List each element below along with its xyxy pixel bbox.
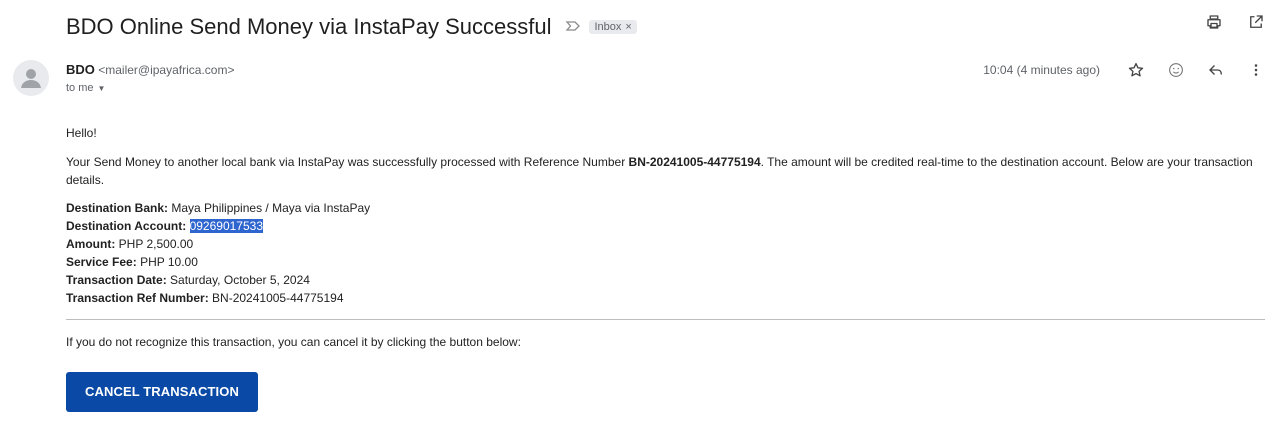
detail-label: Transaction Date:	[66, 273, 167, 287]
recipient-details-toggle[interactable]: to me ▼	[66, 82, 234, 94]
cancel-transaction-button[interactable]: CANCEL TRANSACTION	[66, 372, 258, 412]
email-body: Hello! Your Send Money to another local …	[66, 124, 1266, 412]
chevron-down-icon[interactable]: ▼	[98, 84, 106, 93]
detail-label: Service Fee:	[66, 255, 137, 269]
more-vert-icon[interactable]	[1246, 60, 1266, 80]
email-subject: BDO Online Send Money via InstaPay Succe…	[66, 14, 552, 39]
detail-row-date: Transaction Date: Saturday, October 5, 2…	[66, 271, 1266, 289]
divider	[66, 319, 1265, 320]
message-time: 10:04 (4 minutes ago)	[983, 63, 1100, 77]
intro-text-before: Your Send Money to another local bank vi…	[66, 155, 629, 169]
thread-actions	[1204, 12, 1266, 32]
label-chip-inbox: Inbox ×	[589, 20, 637, 34]
remove-label-icon[interactable]: ×	[625, 21, 631, 33]
detail-value: Maya Philippines / Maya via InstaPay	[171, 201, 371, 215]
cancel-note: If you do not recognize this transaction…	[66, 335, 521, 349]
sender-email: <mailer@ipayafrica.com>	[98, 63, 235, 77]
sender-avatar[interactable]	[13, 60, 49, 96]
open-in-new-window-icon[interactable]	[1246, 12, 1266, 32]
sender-info: BDO <mailer@ipayafrica.com> to me ▼	[66, 62, 234, 94]
detail-row-amount: Amount: PHP 2,500.00	[66, 235, 1266, 253]
label-chip-text: Inbox	[594, 21, 622, 33]
email-subject-row: BDO Online Send Money via InstaPay Succe…	[66, 12, 1280, 42]
detail-row-fee: Service Fee: PHP 10.00	[66, 253, 1266, 271]
person-avatar-icon	[21, 69, 41, 88]
print-icon[interactable]	[1204, 12, 1224, 32]
importance-marker-icon[interactable]	[565, 20, 581, 34]
detail-label: Destination Bank:	[66, 201, 169, 215]
recipient-label: to me	[66, 82, 94, 94]
reply-icon[interactable]	[1206, 60, 1226, 80]
intro-reference-number: BN-20241005-44775194	[628, 155, 761, 169]
detail-label: Destination Account:	[66, 219, 187, 233]
detail-label: Amount:	[66, 237, 116, 251]
sender-name[interactable]: BDO	[66, 62, 95, 77]
message-meta: 10:04 (4 minutes ago)	[983, 60, 1266, 80]
detail-value: BN-20241005-44775194	[212, 291, 344, 305]
greeting: Hello!	[66, 126, 97, 140]
detail-value: PHP 2,500.00	[118, 237, 194, 251]
detail-row-bank: Destination Bank: Maya Philippines / May…	[66, 199, 1266, 217]
detail-value-selected: 09269017533	[189, 219, 263, 233]
detail-row-account: Destination Account: 09269017533	[66, 217, 1266, 235]
star-icon[interactable]	[1126, 60, 1146, 80]
emoji-icon[interactable]	[1166, 60, 1186, 80]
detail-row-ref: Transaction Ref Number: BN-20241005-4477…	[66, 289, 1266, 307]
detail-value: Saturday, October 5, 2024	[170, 273, 310, 287]
detail-label: Transaction Ref Number:	[66, 291, 209, 305]
detail-value: PHP 10.00	[140, 255, 198, 269]
transaction-details: Destination Bank: Maya Philippines / May…	[66, 199, 1266, 307]
intro-paragraph: Your Send Money to another local bank vi…	[66, 153, 1266, 189]
